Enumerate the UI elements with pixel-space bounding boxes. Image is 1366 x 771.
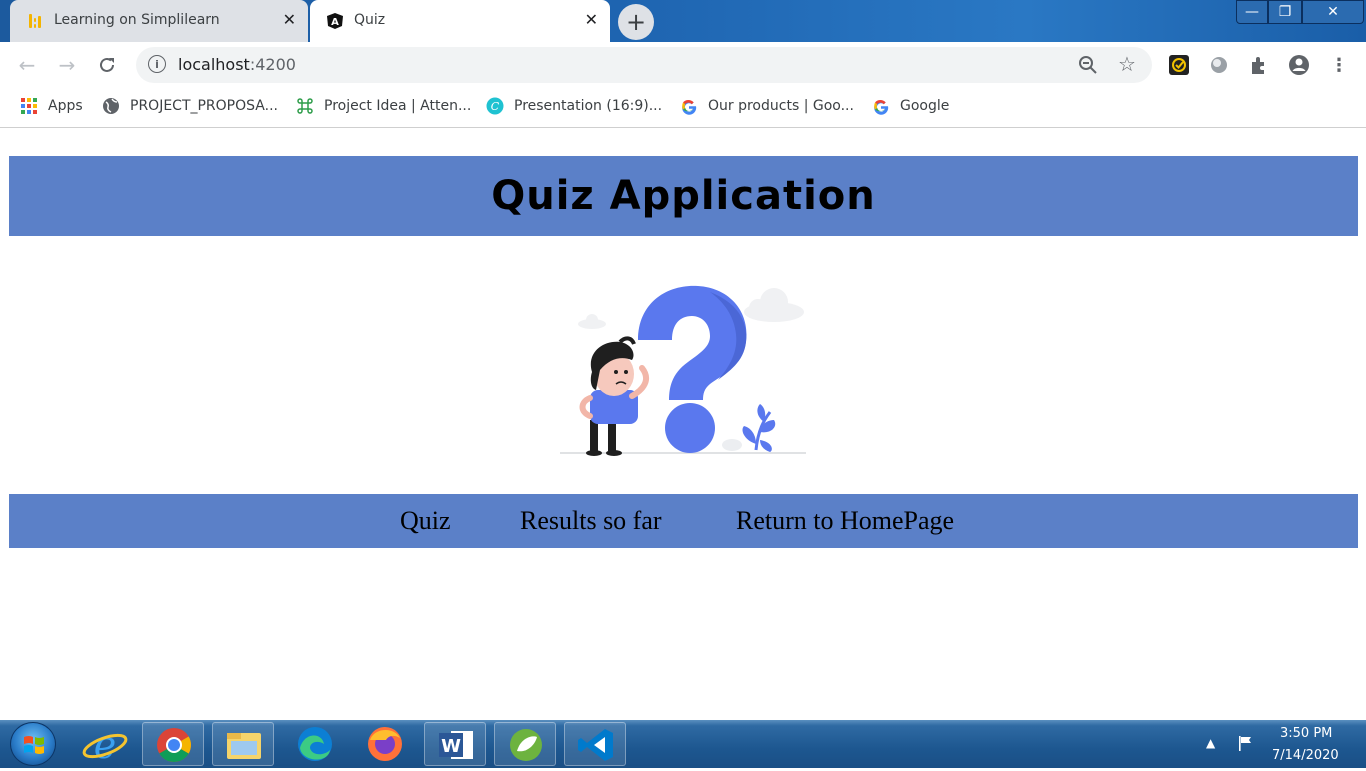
nav-link-results[interactable]: Results so far [520,506,662,536]
app-header: Quiz Application [9,156,1358,236]
tab-close-icon[interactable]: ✕ [283,10,296,29]
taskbar-clock-date[interactable]: 7/14/2020 [1272,748,1339,763]
back-arrow-icon[interactable]: ← [14,52,40,78]
zoom-out-icon[interactable] [1078,55,1098,75]
google-icon [682,99,697,115]
url-text[interactable]: localhost:4200 [178,55,296,74]
bookmark-label: Our products | Goo... [708,98,854,114]
taskbar-chrome[interactable] [142,722,204,766]
bookmark-label: PROJECT_PROPOSA... [130,98,278,114]
maximize-button[interactable]: ❐ [1268,0,1302,24]
action-center-flag-icon[interactable] [1236,734,1254,752]
app-nav: Quiz Results so far Return to HomePage [9,494,1358,548]
vscode-icon [578,729,613,761]
bookmark-star-icon[interactable]: ☆ [1118,52,1136,76]
firefox-icon [368,727,402,761]
url-port: :4200 [249,55,296,74]
extension-circle-icon[interactable] [1208,54,1230,76]
bookmark-apps[interactable]: Apps [20,96,83,116]
bookmark-google[interactable]: Google [872,96,949,116]
taskbar-vscode[interactable] [564,722,626,766]
bookmark-label: Project Idea | Atten... [324,98,472,114]
info-icon[interactable]: i [148,55,166,73]
taskbar-edge[interactable] [284,722,346,766]
confused-person-question-mark-illustration [560,285,806,456]
bookmark-label: Presentation (16:9)... [514,98,663,114]
extensions-puzzle-icon[interactable] [1248,54,1270,76]
taskbar-file-explorer[interactable] [212,722,274,766]
minimize-button[interactable]: — [1236,0,1268,24]
svg-text:A: A [331,17,339,28]
nav-link-quiz[interactable]: Quiz [400,506,451,536]
bookmarks-bar: Apps PROJECT_PROPOSA... Project Idea | A… [0,88,1366,124]
angular-icon: A [327,13,343,29]
profile-avatar-icon[interactable] [1288,54,1310,76]
windows-taskbar: e W ▲ 3:50 PM 7/14/2020 [0,720,1366,768]
tab-close-icon[interactable]: ✕ [585,10,598,29]
taskbar-clock-time[interactable]: 3:50 PM [1280,726,1332,741]
bookmark-our-products[interactable]: Our products | Goo... [680,96,854,116]
start-button[interactable] [10,722,56,766]
globe-icon [103,98,119,114]
chrome-icon [157,728,191,762]
bookmark-presentation[interactable]: C Presentation (16:9)... [486,96,662,116]
bookmark-project-idea[interactable]: Project Idea | Atten... [296,96,471,116]
menu-kebab-icon[interactable]: ⋮ [1326,52,1352,78]
taskbar-spring[interactable] [494,722,556,766]
command-icon [297,98,313,114]
tab-simplilearn[interactable]: Learning on Simplilearn ✕ [10,0,308,42]
address-bar[interactable]: i localhost:4200 ☆ [136,47,1152,83]
tab-title: Quiz [354,12,386,28]
browser-titlebar: Learning on Simplilearn ✕ A Quiz ✕ + — ❐… [0,0,1366,42]
taskbar-word[interactable]: W [424,722,486,766]
reload-icon[interactable] [94,52,120,78]
windows-logo-icon [24,736,44,754]
forward-arrow-icon[interactable]: → [54,52,80,78]
bookmark-project-proposal[interactable]: PROJECT_PROPOSA... [102,96,278,116]
bookmark-label: Google [900,98,950,114]
tray-overflow-icon[interactable]: ▲ [1206,736,1215,750]
svg-text:e: e [94,723,117,766]
tab-quiz[interactable]: A Quiz ✕ [310,0,610,42]
tab-title: Learning on Simplilearn [54,12,220,28]
extension-check-icon[interactable] [1168,54,1190,76]
bookmark-label: Apps [48,98,83,114]
edge-icon [298,727,332,761]
svg-text:W: W [441,736,461,757]
ie-icon: e [82,723,128,767]
taskbar-firefox[interactable] [354,722,416,766]
spring-icon [510,729,542,761]
word-icon: W [439,731,473,759]
url-host: localhost [178,55,250,74]
taskbar-ie[interactable]: e [74,722,136,767]
close-window-button[interactable]: ✕ [1302,0,1364,24]
file-explorer-icon [227,733,261,759]
simplilearn-icon [29,14,41,28]
canva-icon: C [486,97,504,115]
toolbar-divider [0,127,1366,128]
apps-grid-icon [21,98,37,114]
new-tab-button[interactable]: + [618,4,654,40]
nav-link-home[interactable]: Return to HomePage [736,506,954,536]
browser-toolbar: ← → i localhost:4200 ☆ ⋮ [0,42,1366,88]
page-title: Quiz Application [491,173,876,219]
svg-text:C: C [491,100,500,113]
google-icon [874,99,889,115]
